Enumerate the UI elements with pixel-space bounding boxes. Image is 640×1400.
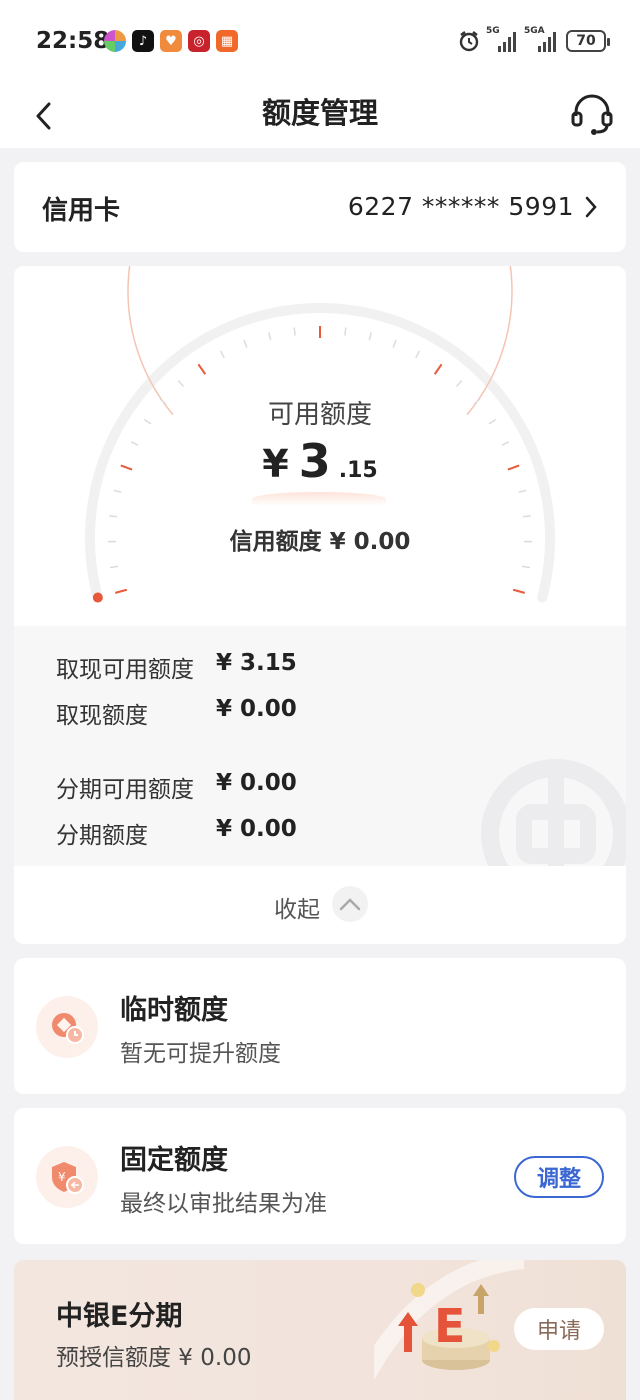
nav-bar: 额度管理	[0, 84, 640, 148]
promo-title: 中银E分期	[56, 1301, 183, 1332]
gauge-major-tick	[114, 588, 128, 594]
gauge-indicator-dot	[92, 592, 103, 603]
chevron-up-icon	[332, 886, 368, 922]
temporary-limit-subtitle: 暂无可提升额度	[120, 1041, 281, 1067]
collapse-label: 收起	[274, 897, 320, 923]
temporary-limit-title: 临时额度	[120, 995, 228, 1026]
detail-row: 取现可用额度 ¥ 3.15	[56, 650, 297, 684]
installment-illustration: E	[374, 1260, 524, 1381]
gauge-minor-tick	[521, 565, 531, 569]
limit-panel: 可用额度 ¥3 .15 信用额度 ¥ 0.00 取现可用额度 ¥ 3.15 取现额…	[14, 266, 626, 944]
temporary-limit-item[interactable]: 临时额度 暂无可提升额度	[14, 958, 626, 1094]
detail-value: ¥ 3.15	[216, 650, 297, 676]
detail-label: 取现可用额度	[56, 657, 194, 683]
headset-icon	[571, 94, 613, 135]
gauge-minor-tick	[267, 332, 272, 341]
svg-text:¥: ¥	[58, 1170, 66, 1184]
available-decimal: .15	[338, 458, 378, 483]
detail-row: 分期可用额度 ¥ 0.00	[56, 770, 297, 804]
status-time: 22:58	[36, 28, 110, 54]
bank-app-icon: ◎	[188, 30, 210, 52]
orange-app-icon: ▦	[216, 30, 238, 52]
card-type-label: 信用卡	[42, 196, 121, 226]
gauge-minor-tick	[113, 489, 122, 493]
gauge-minor-tick	[243, 339, 248, 348]
limit-details: 取现可用额度 ¥ 3.15 取现额度 ¥ 0.00 分期可用额度 ¥ 0.00 …	[14, 626, 626, 866]
bank-logo-watermark	[481, 759, 626, 866]
gauge-minor-tick	[344, 327, 347, 336]
gauge-minor-tick	[415, 350, 421, 359]
alarm-icon	[459, 31, 479, 52]
currency-symbol: ¥	[262, 442, 289, 486]
gauge-minor-tick	[455, 379, 463, 387]
fixed-limit-subtitle: 最终以审批结果为准	[120, 1191, 327, 1217]
temporary-limit-icon	[36, 996, 98, 1058]
notification-icons: ♪ ♥ ◎ ▦	[104, 30, 238, 52]
svg-text:E: E	[434, 1299, 465, 1353]
signal-5ga-icon: 5GA	[524, 26, 558, 52]
available-limit-amount: ¥3 .15	[14, 434, 626, 488]
page-title: 额度管理	[261, 96, 378, 130]
customer-service-button[interactable]	[568, 88, 616, 140]
detail-row: 取现额度 ¥ 0.00	[56, 696, 297, 730]
fixed-limit-icon: ¥	[36, 1146, 98, 1208]
available-limit-title: 可用额度	[267, 400, 372, 430]
heart-app-icon: ♥	[160, 30, 182, 52]
tiktok-icon: ♪	[132, 30, 154, 52]
gauge-minor-tick	[392, 339, 397, 348]
available-integer: 3	[298, 434, 331, 488]
gauge-minor-tick	[522, 515, 531, 518]
card-selector[interactable]: 信用卡 6227 ****** 5991	[14, 162, 626, 252]
chevron-right-icon	[585, 196, 597, 218]
gauge-minor-tick	[518, 489, 527, 493]
status-bar: 22:58 ♪ ♥ ◎ ▦ 5G 5GA 70	[0, 0, 640, 84]
detail-value: ¥ 0.00	[216, 816, 297, 842]
collapse-button[interactable]: 收起	[14, 866, 626, 944]
fixed-limit-title: 固定额度	[120, 1145, 228, 1176]
signal-5g-icon: 5G	[486, 26, 518, 52]
battery-icon: 70	[566, 30, 610, 52]
app-notification-icon	[104, 30, 126, 52]
gauge-major-tick	[433, 363, 443, 375]
gauge-major-tick	[197, 363, 207, 375]
detail-label: 取现额度	[56, 703, 148, 729]
gauge-minor-tick	[109, 515, 118, 518]
gauge-minor-tick	[368, 332, 373, 341]
detail-label: 分期可用额度	[56, 777, 194, 803]
gauge-minor-tick	[219, 350, 225, 359]
promo-subtitle: 预授信额度 ¥ 0.00	[56, 1345, 252, 1371]
gauge-minor-tick	[177, 379, 185, 387]
apply-button[interactable]: 申请	[514, 1308, 604, 1350]
fixed-limit-item: ¥ 固定额度 最终以审批结果为准 调整	[14, 1108, 626, 1244]
credit-line: 信用额度 ¥ 0.00	[229, 529, 411, 555]
gauge-inner-arc	[127, 266, 513, 416]
detail-value: ¥ 0.00	[216, 696, 297, 722]
installment-promo[interactable]: 中银E分期 预授信额度 ¥ 0.00 E 申请	[14, 1260, 626, 1400]
card-number: 6227 ****** 5991	[347, 192, 574, 221]
detail-row: 分期额度 ¥ 0.00	[56, 816, 297, 850]
gauge-minor-tick	[293, 327, 296, 336]
detail-label: 分期额度	[56, 823, 148, 849]
amount-highlight	[252, 492, 386, 506]
detail-value: ¥ 0.00	[216, 770, 297, 796]
adjust-button[interactable]: 调整	[514, 1156, 604, 1198]
gauge-minor-tick	[109, 565, 119, 569]
gauge-major-tick	[512, 588, 526, 594]
